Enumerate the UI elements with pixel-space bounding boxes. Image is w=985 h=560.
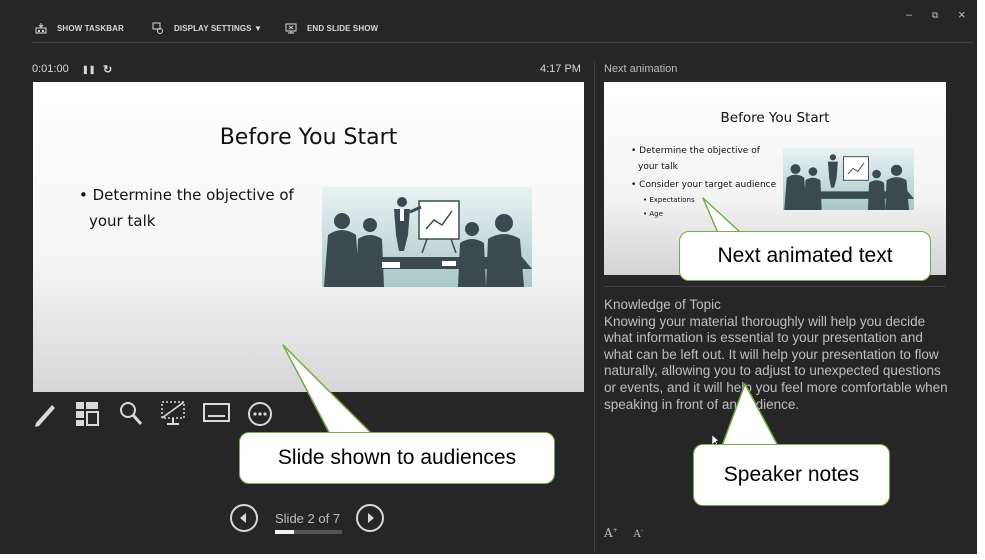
speaker-notes-pointer [721, 383, 779, 447]
speaker-notes-label: Speaker notes [723, 463, 860, 486]
next-animated-text-callout: Next animated text [679, 231, 931, 281]
slide-shown-pointer [282, 344, 373, 435]
next-animated-text-label: Next animated text [717, 244, 893, 267]
next-text-pointer [702, 197, 742, 234]
slide-shown-label: Slide shown to audiences [277, 446, 517, 469]
speaker-notes-callout: Speaker notes [693, 444, 890, 506]
slide-shown-callout: Slide shown to audiences [239, 432, 555, 484]
